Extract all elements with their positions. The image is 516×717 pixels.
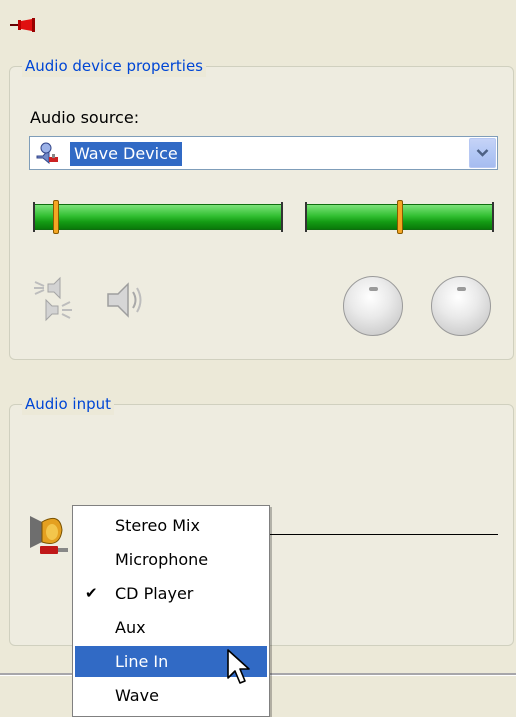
meter-tick [33,202,35,232]
audio-source-value: Wave Device [70,142,182,166]
menu-item-label: Line In [115,652,169,671]
menu-item-label: CD Player [115,584,194,603]
knob-indicator [457,287,466,291]
menu-item-label: Microphone [115,550,209,569]
speakers-icon[interactable] [32,276,74,326]
right-level-thumb[interactable] [397,200,403,234]
menu-item-label: Wave [115,686,159,705]
checkmark-icon: ✔ [85,584,98,602]
menu-item-microphone[interactable]: Microphone [75,544,267,575]
speaker-cable-icon [30,516,68,554]
menu-item-cd-player[interactable]: ✔ CD Player [75,578,267,609]
knob-indicator [369,287,378,291]
volume-knob[interactable] [431,276,491,336]
speaker-icon[interactable] [104,278,148,322]
meter-tick [305,202,307,232]
right-level-slider[interactable] [305,200,494,234]
chevron-down-icon [476,149,489,157]
menu-item-label: Stereo Mix [115,516,200,535]
meter-tick [281,202,283,232]
pin-icon[interactable] [10,18,36,32]
left-level-thumb[interactable] [53,200,59,234]
balance-knob[interactable] [343,276,403,336]
meter-tick [492,202,494,232]
dropdown-arrow-button[interactable] [469,138,496,168]
audio-device-properties-title: Audio device properties [22,55,206,77]
menu-item-stereo-mix[interactable]: Stereo Mix [75,510,267,541]
menu-item-label: Aux [115,618,146,637]
input-level-line [270,534,498,535]
left-level-slider[interactable] [33,200,283,234]
audio-input-title: Audio input [22,393,114,415]
audio-source-label: Audio source: [30,108,140,127]
audio-device-icon [36,142,58,164]
audio-source-dropdown[interactable]: Wave Device [29,136,498,170]
mouse-cursor-icon [227,649,250,684]
menu-item-aux[interactable]: Aux [75,612,267,643]
